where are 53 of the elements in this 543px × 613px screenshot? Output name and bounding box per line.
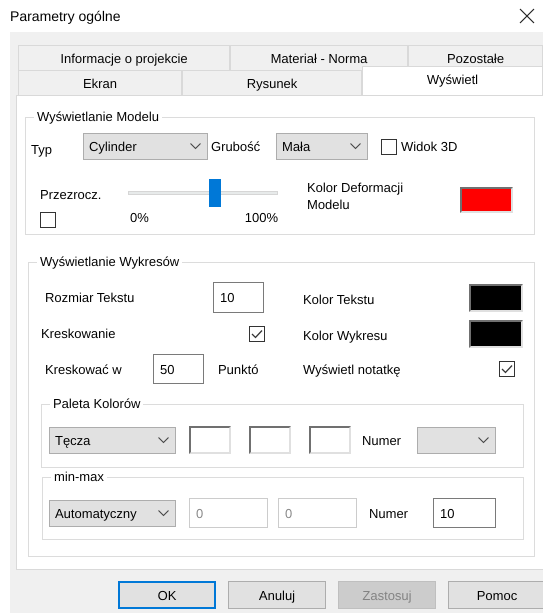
label: Punktó: [218, 362, 260, 376]
window-title: Parametry ogólne: [10, 8, 121, 24]
label: Numer: [369, 506, 410, 520]
label: Typ: [31, 141, 53, 157]
label: 100%: [244, 210, 278, 225]
label: Widok 3D: [401, 139, 458, 154]
chevron-down-icon: [350, 143, 361, 150]
input-field[interactable]: 10: [213, 282, 264, 313]
palette-dropdown[interactable]: Tęcza: [49, 426, 176, 454]
chevron-down-icon: [158, 510, 169, 516]
dialog-button[interactable]: Anuluj: [228, 581, 326, 609]
dialog-button[interactable]: OK: [118, 581, 216, 609]
color-swatch[interactable]: [189, 426, 231, 454]
label: Kolor Deformacji Modelu: [307, 179, 404, 213]
mode-dropdown[interactable]: Automatyczny: [49, 500, 176, 526]
label: Kreskowanie: [41, 326, 116, 341]
color-swatch[interactable]: [469, 284, 523, 312]
label: Kolor Wykresu: [303, 327, 388, 343]
tab[interactable]: Rysunek: [182, 70, 362, 95]
tab[interactable]: Materiał - Norma: [230, 45, 408, 70]
color-swatch[interactable]: [460, 187, 513, 213]
checkbox[interactable]: [40, 212, 56, 228]
tab[interactable]: Informacje o projekcie: [18, 45, 230, 70]
chevron-down-icon: [190, 143, 201, 150]
group-title: Wyświetlanie Modelu: [37, 109, 159, 124]
input-field[interactable]: 50: [153, 354, 204, 384]
group-title: Wyświetlanie Wykresów: [40, 254, 180, 269]
group-title: min-max: [54, 469, 104, 484]
label: Grubość: [211, 139, 262, 154]
close-icon[interactable]: [519, 8, 535, 24]
label: Numer: [362, 432, 402, 448]
group-title: Paleta Kolorów: [53, 396, 140, 411]
color-swatch[interactable]: [249, 426, 291, 454]
color-swatch[interactable]: [309, 426, 351, 454]
label: Rozmiar Tekstu: [45, 290, 136, 305]
label: 0%: [130, 210, 149, 225]
chevron-down-icon: [158, 436, 169, 444]
label: Kolor Tekstu: [303, 291, 376, 307]
dialog-button[interactable]: Pomoc: [448, 581, 543, 609]
chevron-down-icon: [478, 436, 489, 444]
checkbox[interactable]: [249, 326, 265, 342]
checkbox[interactable]: [381, 138, 397, 154]
tab[interactable]: Wyświetl: [362, 66, 543, 95]
color-swatch[interactable]: [469, 320, 523, 348]
label: Przezrocz.: [40, 187, 102, 202]
label: Kreskować w: [45, 362, 123, 376]
thickness-dropdown[interactable]: Mała: [276, 133, 368, 160]
label: Wyświetl notatkę: [303, 362, 402, 376]
checkbox[interactable]: [499, 361, 515, 377]
slider-thumb[interactable]: [209, 179, 221, 207]
input-field[interactable]: 10: [433, 498, 496, 528]
type-dropdown[interactable]: Cylinder: [83, 133, 208, 160]
tab[interactable]: Ekran: [18, 70, 182, 95]
